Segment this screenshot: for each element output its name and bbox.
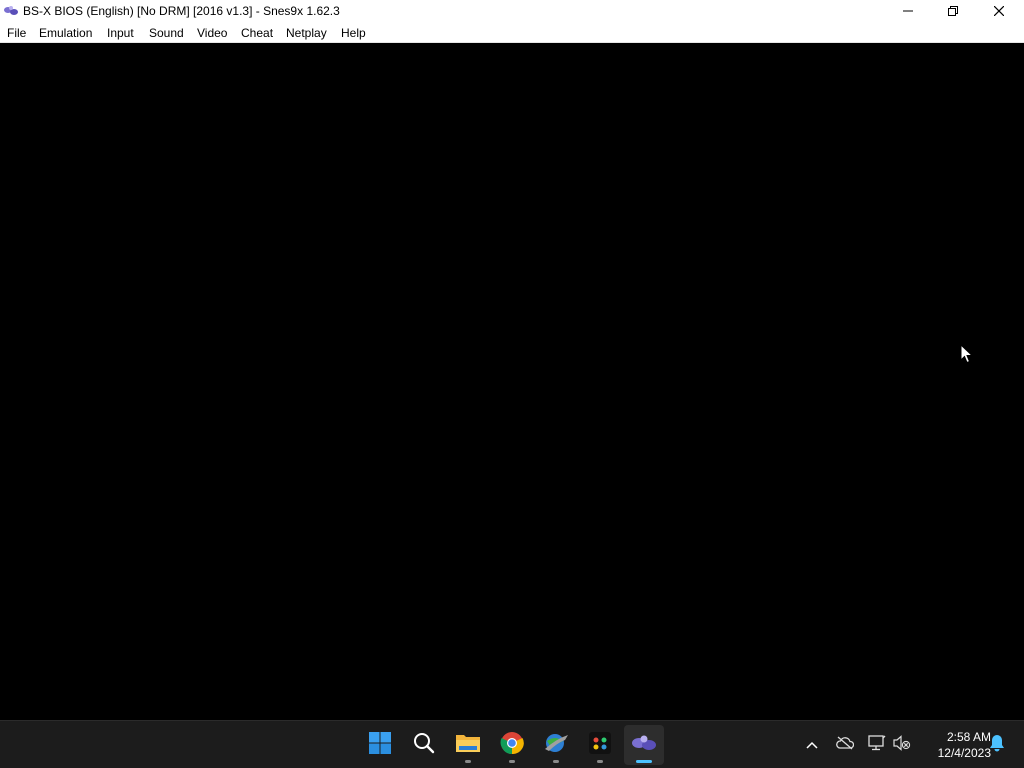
notifications-button[interactable] bbox=[985, 733, 1009, 757]
bell-icon bbox=[989, 734, 1005, 757]
mouse-cursor-icon bbox=[960, 343, 974, 369]
menu-input[interactable]: Input bbox=[107, 26, 134, 40]
folder-icon bbox=[455, 732, 481, 759]
search-icon bbox=[413, 732, 435, 759]
chrome-icon bbox=[500, 731, 524, 760]
running-indicator bbox=[553, 760, 559, 763]
snes9x-icon bbox=[631, 732, 657, 759]
emulator-screen[interactable] bbox=[0, 43, 1024, 720]
menu-bar: File Emulation Input Sound Video Cheat N… bbox=[0, 22, 1024, 43]
running-indicator bbox=[509, 760, 515, 763]
snes9x-icon[interactable] bbox=[3, 4, 19, 18]
close-button[interactable] bbox=[976, 0, 1022, 22]
minimize-button[interactable] bbox=[885, 0, 931, 22]
volume-tray-button[interactable] bbox=[890, 733, 914, 757]
taskbar-game-app[interactable] bbox=[580, 725, 620, 765]
active-indicator bbox=[636, 760, 652, 763]
menu-help[interactable]: Help bbox=[341, 26, 366, 40]
globe-download-icon bbox=[543, 731, 569, 760]
clock-time: 2:58 AM bbox=[946, 730, 991, 744]
taskbar-download-manager[interactable] bbox=[536, 725, 576, 765]
running-indicator bbox=[465, 760, 471, 763]
close-icon bbox=[994, 6, 1004, 16]
snes9x-window: BS-X BIOS (English) [No DRM] [2016 v1.3]… bbox=[0, 0, 1024, 720]
cloud-offline-icon bbox=[836, 736, 855, 755]
taskbar-file-explorer[interactable] bbox=[448, 725, 488, 765]
volume-muted-icon bbox=[893, 734, 911, 756]
onedrive-tray-button[interactable] bbox=[833, 733, 857, 757]
chevron-up-icon bbox=[806, 736, 818, 754]
running-indicator bbox=[597, 760, 603, 763]
show-hidden-icons-button[interactable] bbox=[800, 733, 824, 757]
taskbar-chrome[interactable] bbox=[492, 725, 532, 765]
menu-emulation[interactable]: Emulation bbox=[39, 26, 92, 40]
search-button[interactable] bbox=[404, 725, 444, 765]
minimize-icon bbox=[903, 6, 913, 16]
windows-start-icon bbox=[368, 731, 392, 760]
network-icon bbox=[868, 734, 886, 756]
start-button[interactable] bbox=[360, 725, 400, 765]
restore-button[interactable] bbox=[930, 0, 976, 22]
restore-icon bbox=[948, 6, 958, 16]
menu-file[interactable]: File bbox=[7, 26, 26, 40]
menu-netplay[interactable]: Netplay bbox=[286, 26, 327, 40]
menu-cheat[interactable]: Cheat bbox=[241, 26, 273, 40]
taskbar-snes9x[interactable] bbox=[624, 725, 664, 765]
taskbar: 2:58 AM 12/4/2023 bbox=[0, 720, 1024, 768]
clock-date: 12/4/2023 bbox=[937, 746, 991, 760]
network-tray-button[interactable] bbox=[865, 733, 889, 757]
menu-video[interactable]: Video bbox=[197, 26, 227, 40]
controller-app-icon bbox=[589, 731, 611, 759]
window-title: BS-X BIOS (English) [No DRM] [2016 v1.3]… bbox=[23, 4, 340, 18]
system-clock[interactable]: 2:58 AM 12/4/2023 bbox=[915, 729, 991, 761]
title-bar[interactable]: BS-X BIOS (English) [No DRM] [2016 v1.3]… bbox=[0, 0, 1024, 22]
menu-sound[interactable]: Sound bbox=[149, 26, 184, 40]
